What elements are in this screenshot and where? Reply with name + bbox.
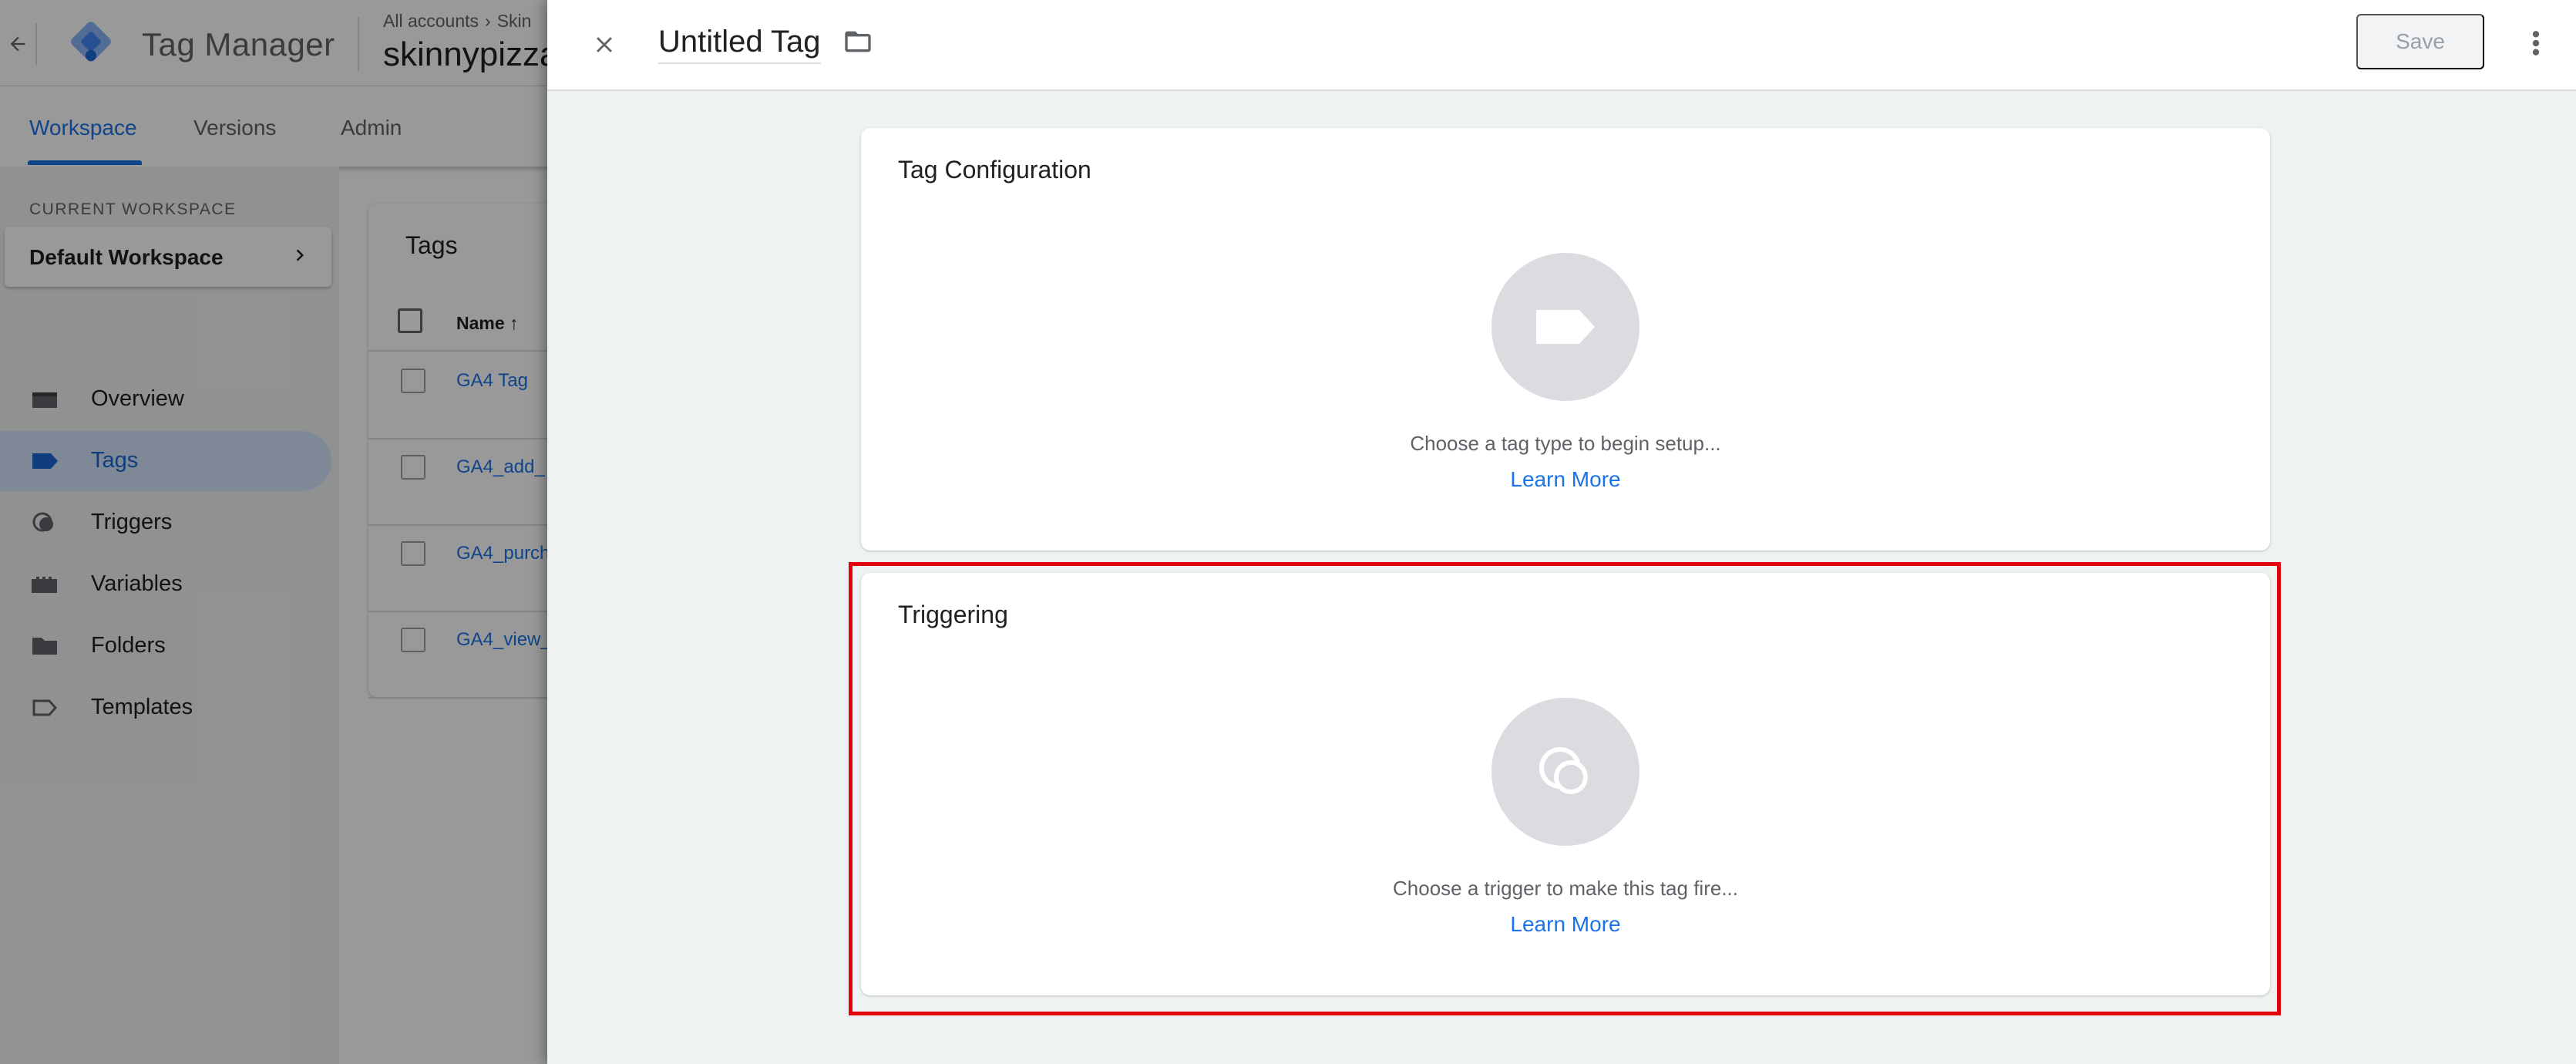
learn-more-link[interactable]: Learn More xyxy=(861,467,2270,492)
tag-icon xyxy=(1536,310,1595,344)
folder-button[interactable] xyxy=(840,26,880,60)
editor-header: Untitled Tag Save xyxy=(547,0,2576,91)
tag-type-placeholder[interactable] xyxy=(1491,253,1639,401)
close-button[interactable] xyxy=(583,23,626,66)
section-hint: Choose a tag type to begin setup... xyxy=(1410,432,1721,455)
tag-configuration-card[interactable]: Tag Configuration Choose a tag type to b… xyxy=(861,128,2270,551)
highlight-box xyxy=(849,562,2281,1015)
save-button[interactable]: Save xyxy=(2356,14,2484,69)
tag-name-input[interactable]: Untitled Tag xyxy=(658,25,821,64)
more-options-button[interactable] xyxy=(2514,22,2558,65)
close-icon xyxy=(597,37,612,52)
section-title: Tag Configuration xyxy=(898,156,1091,184)
more-vert-icon xyxy=(2532,31,2540,56)
folder-outline-icon xyxy=(845,31,871,52)
